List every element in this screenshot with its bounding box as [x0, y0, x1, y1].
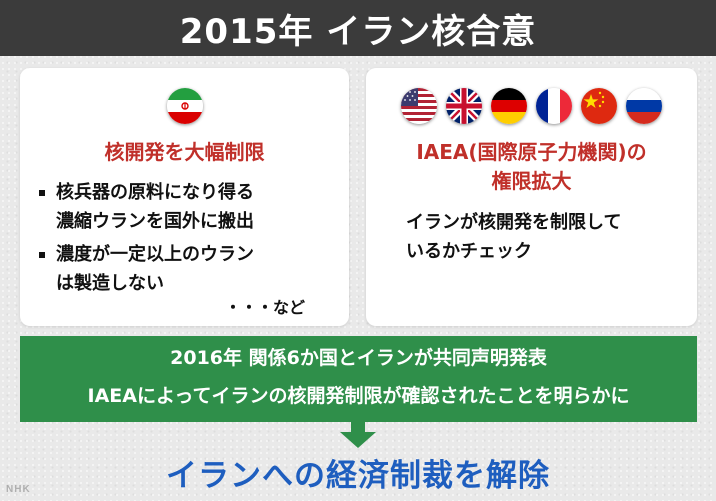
usa-flag-icon	[401, 88, 437, 124]
right-heading-line: 権限拡大	[491, 169, 572, 193]
bullet-item: 濃度が一定以上のウラン は製造しない	[39, 240, 341, 298]
title-bar: 2015年 イラン核合意	[0, 0, 716, 56]
germany-flag-icon	[491, 88, 527, 124]
bullet-mark-icon	[39, 252, 45, 258]
announcement-line-2: IAEAによってイランの核開発制限が確認されたことを明らかに	[87, 385, 630, 407]
china-flag-icon	[581, 88, 617, 124]
announcement-line-1: 2016年 関係6か国とイランが共同声明発表	[170, 347, 547, 369]
body-line: いるかチェック	[406, 241, 532, 262]
bullet-item: 核兵器の原料になり得る 濃縮ウランを国外に搬出	[39, 178, 341, 236]
right-card-body: イランが核開発を制限して いるかチェック	[406, 208, 676, 266]
page-title: 2015年 イラン核合意	[179, 11, 537, 52]
bullet-line: 核兵器の原料になり得る	[56, 182, 254, 203]
result-text: イランへの経済制裁を解除	[166, 458, 550, 494]
announcement-box: 2016年 関係6か国とイランが共同声明発表 IAEAによってイランの核開発制限…	[20, 336, 697, 422]
body-line: イランが核開発を制限して	[406, 212, 622, 233]
down-arrow-icon	[340, 422, 376, 448]
right-card-heading: IAEA(国際原子力機関)の 権限拡大	[366, 138, 697, 196]
iran-flag-icon	[166, 88, 203, 124]
uk-flag-icon	[446, 88, 482, 124]
right-card: IAEA(国際原子力機関)の 権限拡大 イランが核開発を制限して いるかチェック	[366, 68, 697, 326]
bullet-line: 濃縮ウランを国外に搬出	[56, 211, 254, 232]
right-flag-row	[366, 88, 697, 124]
russia-flag-icon	[626, 88, 662, 124]
left-card-heading: 核開発を大幅制限	[104, 140, 265, 164]
france-flag-icon	[536, 88, 572, 124]
bullet-line: 濃度が一定以上のウラン	[56, 244, 254, 265]
nhk-watermark: NHK	[6, 484, 31, 495]
left-card: 核開発を大幅制限 核兵器の原料になり得る 濃縮ウランを国外に搬出 濃度が一定以上…	[20, 68, 349, 326]
etc-text: ・・・など	[224, 298, 305, 317]
left-flag-row	[20, 88, 349, 124]
bullet-mark-icon	[39, 190, 45, 196]
right-heading-line: IAEA(国際原子力機関)の	[416, 140, 647, 164]
